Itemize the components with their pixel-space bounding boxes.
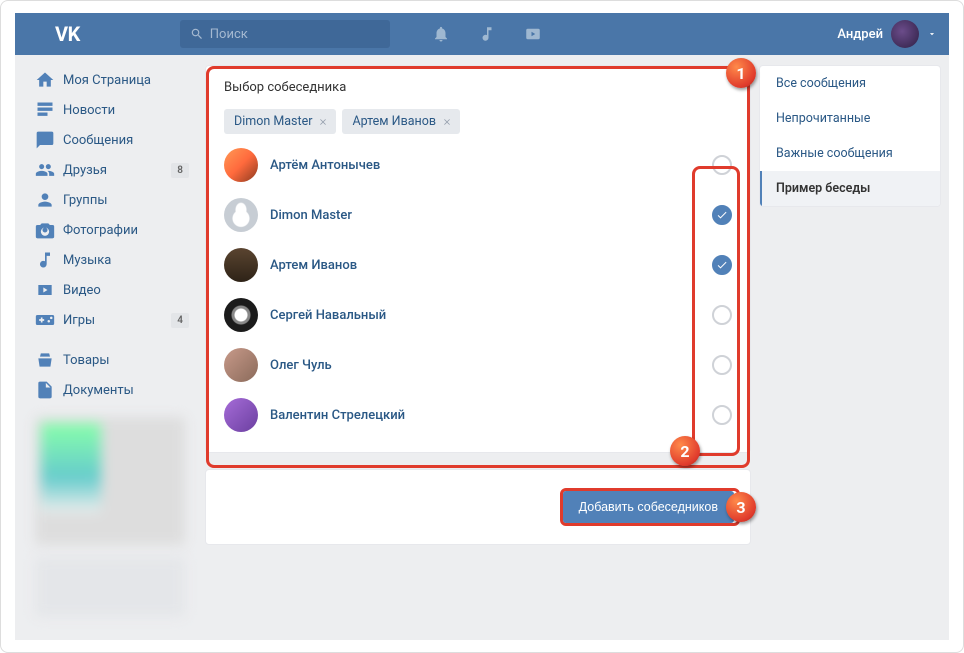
chip-label: Dimon Master xyxy=(234,114,312,129)
avatar xyxy=(891,20,919,48)
nav-item-docs[interactable]: Документы xyxy=(27,375,197,405)
chip-label: Артем Иванов xyxy=(352,114,436,129)
user-name: Сергей Навальный xyxy=(270,308,386,323)
check-icon xyxy=(716,259,728,271)
nav-label: Моя Страница xyxy=(63,73,151,88)
music-icon[interactable] xyxy=(478,25,496,43)
user-checkbox[interactable] xyxy=(712,155,732,175)
nav-label: Музыка xyxy=(63,253,111,268)
avatar xyxy=(224,248,258,282)
annotation-badge-3: 3 xyxy=(726,492,756,522)
user-row[interactable]: Артём Антонычев xyxy=(224,140,732,190)
left-nav: Моя Страница Новости Сообщения Друзья 8 Групп… xyxy=(27,55,197,640)
topbar: VK Поиск Андрей xyxy=(15,13,949,55)
user-name: Олег Чуль xyxy=(270,358,332,373)
user-name: Артем Иванов xyxy=(270,258,357,273)
groups-icon xyxy=(35,190,55,210)
dialog-title: Выбор собеседника xyxy=(224,80,732,95)
friends-icon xyxy=(35,160,55,180)
add-users-button[interactable]: Добавить собеседников xyxy=(563,491,734,523)
chevron-down-icon xyxy=(927,29,937,39)
nav-item-market[interactable]: Товары xyxy=(27,345,197,375)
bell-icon[interactable] xyxy=(432,25,450,43)
nav-item-games[interactable]: Игры 4 xyxy=(27,305,197,335)
nav-item-groups[interactable]: Группы xyxy=(27,185,197,215)
selected-chip: Артем Иванов xyxy=(342,109,460,134)
user-checkbox[interactable] xyxy=(712,355,732,375)
filter-item[interactable]: Непрочитанные xyxy=(760,101,940,136)
user-checkbox[interactable] xyxy=(712,255,732,275)
nav-label: Друзья xyxy=(63,163,107,178)
select-user-dialog: 1 2 Выбор собеседника Dimon MasterАртем … xyxy=(205,65,751,453)
games-icon xyxy=(35,310,55,330)
user-name: Артём Антонычев xyxy=(270,158,380,173)
nav-label: Видео xyxy=(63,283,101,298)
message-filters: Все сообщенияНепрочитанныеВажные сообщен… xyxy=(759,65,941,207)
user-name: Валентин Стрелецкий xyxy=(270,408,405,423)
nav-label: Фотографии xyxy=(63,223,138,238)
nav-label: Группы xyxy=(63,193,107,208)
nav-badge: 8 xyxy=(171,163,189,178)
user-checkbox[interactable] xyxy=(712,405,732,425)
nav-item-msg[interactable]: Сообщения xyxy=(27,125,197,155)
search-input[interactable]: Поиск xyxy=(180,20,390,48)
annotation-badge-1: 1 xyxy=(726,58,756,88)
user-row[interactable]: Валентин Стрелецкий xyxy=(224,390,732,440)
user-row[interactable]: Сергей Навальный xyxy=(224,290,732,340)
dialog-footer: Добавить собеседников 3 xyxy=(205,469,751,545)
video-icon[interactable] xyxy=(524,25,542,43)
filter-item[interactable]: Пример беседы xyxy=(760,171,940,206)
selected-chip: Dimon Master xyxy=(224,109,336,134)
search-icon xyxy=(190,27,204,41)
nav-item-home[interactable]: Моя Страница xyxy=(27,65,197,95)
nav-item-music[interactable]: Музыка xyxy=(27,245,197,275)
avatar xyxy=(224,348,258,382)
filter-item[interactable]: Важные сообщения xyxy=(760,136,940,171)
music-icon xyxy=(35,250,55,270)
vk-logo[interactable]: VK xyxy=(55,22,80,46)
market-icon xyxy=(35,350,55,370)
user-menu[interactable]: Андрей xyxy=(837,20,937,48)
nav-item-feed[interactable]: Новости xyxy=(27,95,197,125)
user-row[interactable]: Олег Чуль xyxy=(224,340,732,390)
search-placeholder: Поиск xyxy=(210,27,248,42)
blurred-widget xyxy=(35,417,185,545)
avatar xyxy=(224,148,258,182)
user-checkbox[interactable] xyxy=(712,205,732,225)
annotation-badge-2: 2 xyxy=(670,436,700,466)
msg-icon xyxy=(35,130,55,150)
nav-label: Сообщения xyxy=(63,133,133,148)
nav-item-photos[interactable]: Фотографии xyxy=(27,215,197,245)
nav-item-friends[interactable]: Друзья 8 xyxy=(27,155,197,185)
nav-badge: 4 xyxy=(171,313,189,328)
nav-item-video[interactable]: Видео xyxy=(27,275,197,305)
check-icon xyxy=(716,209,728,221)
avatar xyxy=(224,398,258,432)
avatar xyxy=(224,198,258,232)
nav-label: Новости xyxy=(63,103,115,118)
close-icon[interactable] xyxy=(442,117,452,127)
user-row[interactable]: Dimon Master xyxy=(224,190,732,240)
avatar xyxy=(224,298,258,332)
nav-label: Документы xyxy=(63,383,134,398)
user-name: Dimon Master xyxy=(270,208,352,223)
close-icon[interactable] xyxy=(318,117,328,127)
feed-icon xyxy=(35,100,55,120)
user-checkbox[interactable] xyxy=(712,305,732,325)
nav-label: Игры xyxy=(63,313,95,328)
filter-item[interactable]: Все сообщения xyxy=(760,66,940,101)
username: Андрей xyxy=(837,27,883,42)
docs-icon xyxy=(35,380,55,400)
nav-label: Товары xyxy=(63,353,109,368)
blurred-widget xyxy=(35,557,185,617)
home-icon xyxy=(35,70,55,90)
video-icon xyxy=(35,280,55,300)
user-row[interactable]: Артем Иванов xyxy=(224,240,732,290)
photos-icon xyxy=(35,220,55,240)
